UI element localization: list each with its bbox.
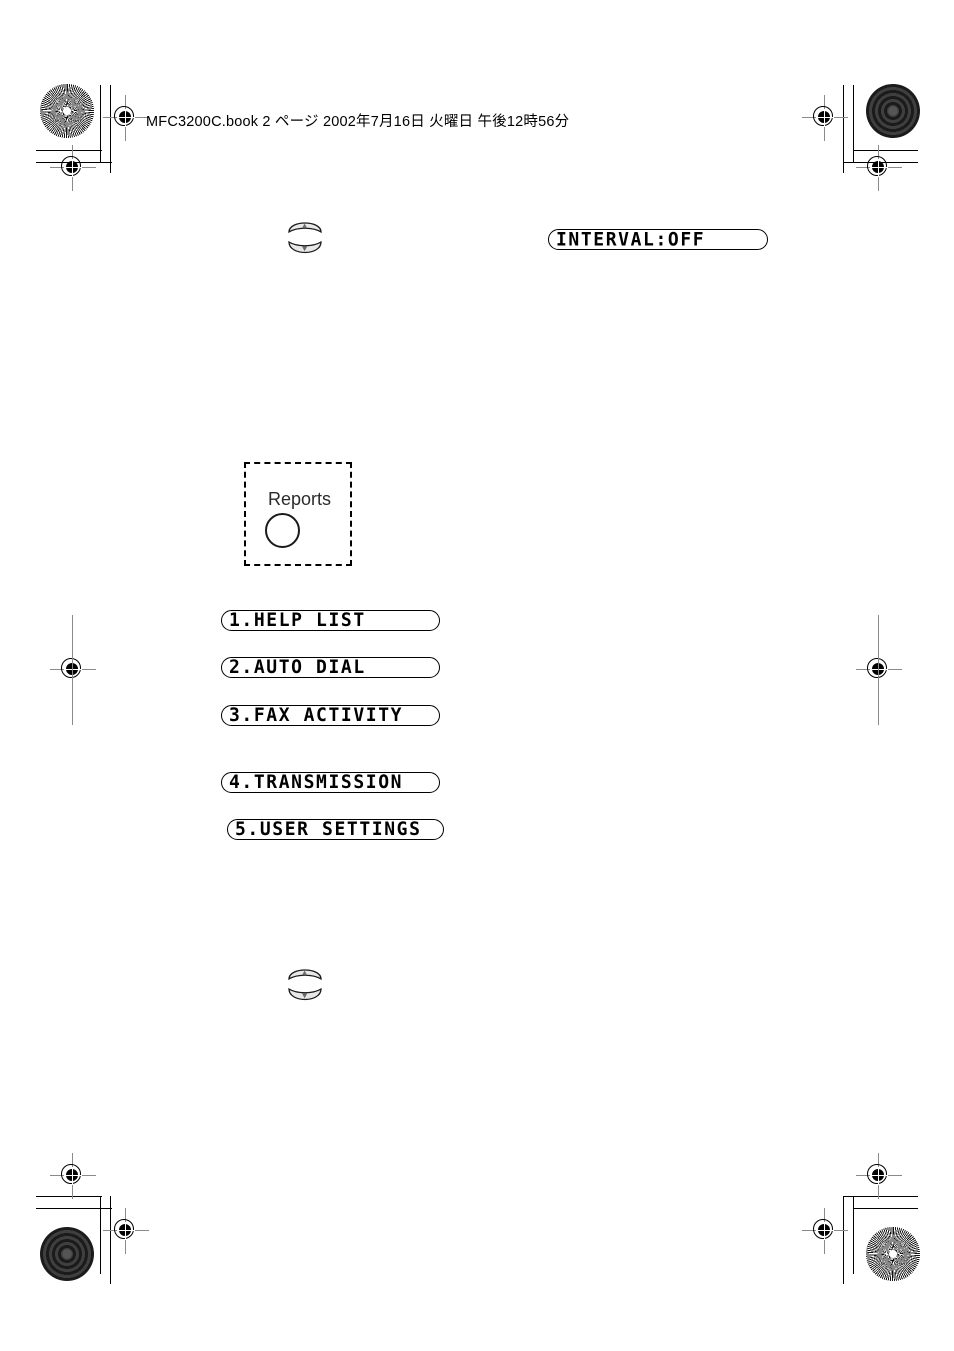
registration-crosshair (802, 95, 848, 141)
density-starburst-mark (40, 1227, 94, 1281)
lcd-display-transmission: 4.TRANSMISSION (221, 772, 440, 793)
lcd-text: 2.AUTO DIAL (229, 655, 366, 678)
lcd-display-auto-dial: 2.AUTO DIAL (221, 657, 440, 678)
reports-key-callout[interactable]: Reports (244, 462, 352, 566)
crop-mark-line (100, 85, 101, 163)
crosshair-notch (824, 109, 826, 127)
crop-mark-line (853, 1196, 854, 1274)
crosshair-notch (878, 159, 880, 177)
density-starburst-mark (866, 84, 920, 138)
registration-crosshair (50, 145, 96, 191)
crosshair-notch (824, 1222, 826, 1240)
lcd-display-interval: INTERVAL:OFF (548, 229, 768, 250)
lcd-text: INTERVAL:OFF (556, 227, 706, 250)
crop-mark-line (878, 615, 879, 725)
crop-mark-line (100, 1196, 101, 1274)
registration-crosshair (856, 647, 902, 693)
lcd-display-help-list: 1.HELP LIST (221, 610, 440, 631)
reports-key-label: Reports (268, 489, 332, 509)
navigation-arrow-keys-lower[interactable] (285, 963, 325, 1011)
lcd-display-fax-activity: 3.FAX ACTIVITY (221, 705, 440, 726)
registration-crosshair (103, 1208, 149, 1254)
lcd-text: 1.HELP LIST (229, 608, 366, 631)
lcd-text: 5.USER SETTINGS (235, 817, 422, 840)
reports-key-button[interactable] (265, 513, 300, 548)
crosshair-notch (125, 109, 127, 127)
nav-keys-svg (288, 969, 322, 1001)
lcd-text: 4.TRANSMISSION (229, 770, 404, 793)
crop-mark-line (853, 1208, 918, 1209)
crop-mark-line (72, 615, 73, 725)
crosshair-notch (72, 1167, 74, 1185)
registration-crosshair (50, 1153, 96, 1199)
registration-crosshair (50, 647, 96, 693)
registration-crosshair (103, 95, 149, 141)
registration-crosshair (856, 1153, 902, 1199)
manual-page: MFC3200C.book 2 ページ 2002年7月16日 火曜日 午後12時… (0, 0, 954, 1351)
density-starburst-mark (866, 1227, 920, 1281)
lcd-text: 3.FAX ACTIVITY (229, 703, 404, 726)
lcd-display-user-settings: 5.USER SETTINGS (227, 819, 444, 840)
crosshair-notch (72, 159, 74, 177)
nav-keys-svg (288, 222, 322, 254)
crosshair-notch (125, 1222, 127, 1240)
density-starburst-mark (40, 84, 94, 138)
navigation-arrow-keys-upper[interactable] (285, 216, 325, 264)
crop-mark-line (853, 85, 854, 163)
registration-crosshair (802, 1208, 848, 1254)
registration-crosshair (856, 145, 902, 191)
print-header-line: MFC3200C.book 2 ページ 2002年7月16日 火曜日 午後12時… (146, 114, 570, 130)
crosshair-notch (878, 1167, 880, 1185)
